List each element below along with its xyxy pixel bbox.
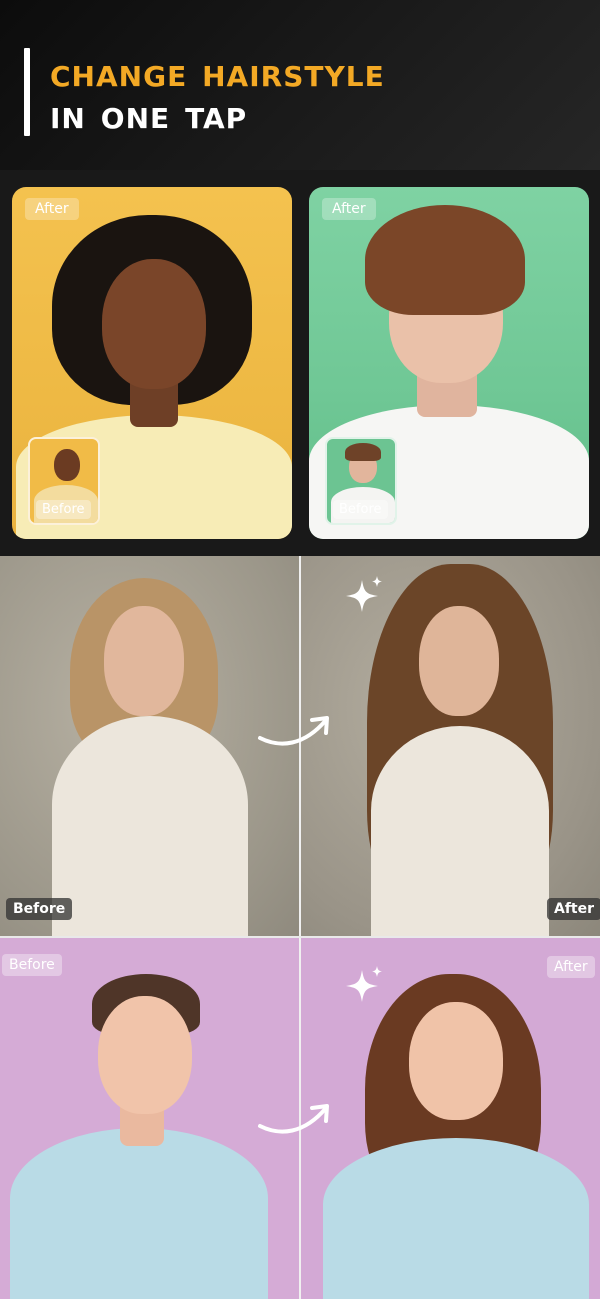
arrow-right-icon bbox=[258, 716, 329, 746]
arrow-right-icon bbox=[258, 1104, 329, 1134]
vertical-divider bbox=[299, 556, 301, 1299]
before-label: Before bbox=[36, 500, 91, 519]
header: Change Hairstyle in one tap bbox=[0, 0, 600, 170]
title-line-1: Change Hairstyle bbox=[50, 50, 385, 96]
before-label: Before bbox=[333, 500, 388, 519]
before-tag: Before bbox=[2, 954, 62, 976]
sweater-image bbox=[10, 1128, 268, 1299]
header-accent-bar bbox=[24, 48, 30, 136]
before-thumbnail[interactable]: Before bbox=[28, 437, 100, 525]
example-card-2[interactable]: After Before bbox=[309, 187, 589, 539]
thumb-face-image bbox=[54, 449, 80, 481]
example-card-1[interactable]: After Before bbox=[12, 187, 292, 539]
comparison-1-before-panel: Before bbox=[0, 556, 299, 936]
before-thumbnail[interactable]: Before bbox=[325, 437, 397, 525]
face-image bbox=[104, 606, 184, 716]
blouse-image bbox=[52, 716, 248, 936]
horizontal-divider bbox=[0, 936, 600, 938]
comparison-2-before-panel: Before bbox=[0, 938, 299, 1299]
face-image bbox=[98, 996, 192, 1114]
sparkle-icon bbox=[346, 966, 382, 1002]
title-line-2: in one tap bbox=[50, 92, 248, 138]
face-image bbox=[102, 259, 206, 389]
after-label: After bbox=[25, 198, 79, 220]
after-tag: After bbox=[547, 956, 595, 978]
face-image bbox=[419, 606, 499, 716]
thumb-hair-image bbox=[345, 443, 381, 461]
sweater-image bbox=[323, 1138, 589, 1299]
hair-image bbox=[365, 205, 525, 315]
before-tag: Before bbox=[6, 898, 73, 920]
after-label: After bbox=[322, 198, 376, 220]
blouse-image bbox=[371, 726, 549, 936]
face-image bbox=[409, 1002, 503, 1120]
after-tag: After bbox=[547, 898, 600, 920]
sparkle-icon bbox=[346, 576, 382, 612]
